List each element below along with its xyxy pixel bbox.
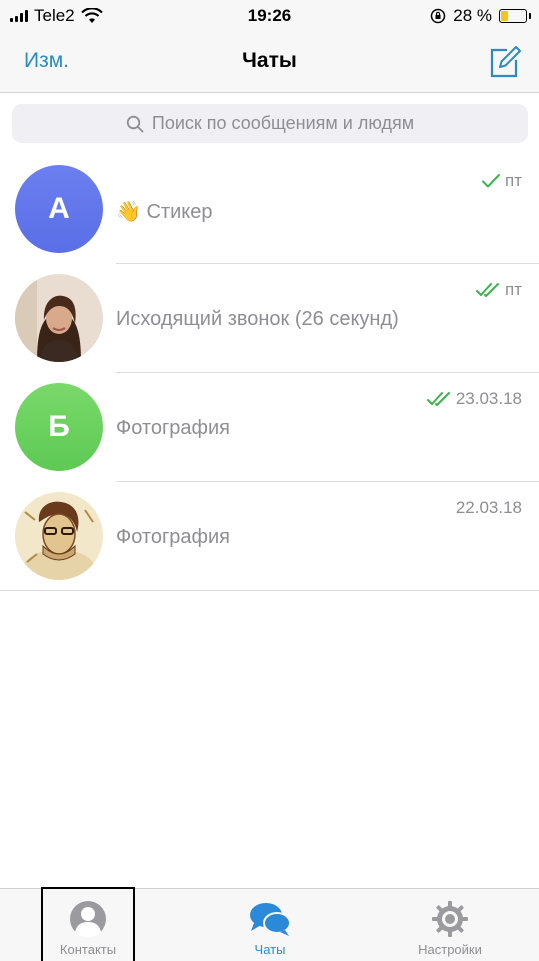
tab-settings[interactable]: Настройки (400, 889, 500, 961)
contacts-icon (70, 901, 106, 938)
search-input[interactable]: Поиск по сообщениям и людям (12, 104, 528, 143)
avatar-letter: Б (48, 410, 70, 443)
compose-icon[interactable] (485, 42, 525, 82)
tab-label: Чаты (254, 942, 286, 957)
nav-bar: Изм. Чаты (0, 34, 539, 93)
chat-preview: Фотография (116, 417, 230, 439)
chat-list: А пт 👋 Стикер пт Исходящий звонок (26 се… (0, 155, 539, 591)
chat-row[interactable]: пт Исходящий звонок (26 секунд) (0, 264, 539, 373)
chat-meta: пт (481, 171, 522, 191)
chat-date: 22.03.18 (455, 498, 522, 517)
search-bar: Поиск по сообщениям и людям (0, 93, 539, 153)
chat-date: пт (505, 280, 522, 299)
tab-chats[interactable]: Чаты (225, 889, 315, 961)
tab-label: Контакты (59, 942, 117, 957)
single-check-icon (482, 174, 500, 188)
wave-emoji-icon: 👋 (116, 201, 141, 223)
page-title: Чаты (242, 49, 297, 72)
double-check-icon (476, 283, 499, 297)
chat-meta: 23.03.18 (426, 389, 522, 409)
tab-label: Настройки (418, 942, 482, 957)
chat-preview: Исходящий звонок (26 секунд) (116, 308, 399, 330)
battery-icon (499, 9, 531, 23)
avatar: Б (15, 383, 103, 471)
chat-date: пт (505, 171, 522, 190)
status-right: 28 % (430, 6, 531, 26)
chat-preview: 👋 Стикер (116, 199, 212, 224)
row-divider (0, 590, 539, 591)
avatar-letter: А (48, 192, 70, 225)
chat-row[interactable]: 22.03.18 Фотография (0, 482, 539, 591)
chat-date: 23.03.18 (455, 389, 522, 408)
avatar-photo (15, 492, 103, 580)
chat-row[interactable]: Б 23.03.18 Фотография (0, 373, 539, 482)
status-bar: Tele2 19:26 28 % (0, 0, 539, 34)
battery-percent: 28 % (453, 6, 492, 25)
avatar-photo (15, 274, 103, 362)
double-check-icon (426, 392, 450, 406)
settings-icon (432, 901, 468, 937)
chat-preview: Фотография (116, 526, 230, 548)
profile-photo-icon (15, 492, 103, 580)
chat-meta: пт (475, 280, 522, 300)
profile-photo-icon (15, 274, 103, 362)
chat-meta: 22.03.18 (456, 498, 522, 518)
preview-text: Стикер (146, 201, 213, 223)
tab-bar: Контакты Чаты Настройки (0, 887, 539, 961)
search-placeholder: Поиск по сообщениям и людям (151, 113, 415, 133)
avatar: А (15, 165, 103, 253)
chats-icon (250, 903, 291, 936)
chat-row[interactable]: А пт 👋 Стикер (0, 155, 539, 264)
search-icon (126, 115, 144, 132)
tab-contacts[interactable]: Контакты (41, 887, 135, 961)
orientation-lock-icon (431, 8, 446, 24)
